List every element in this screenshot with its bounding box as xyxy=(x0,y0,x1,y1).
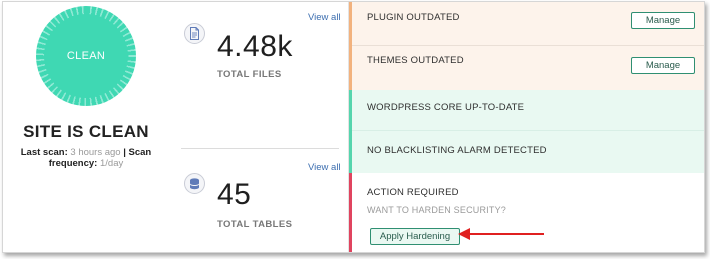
row-divider xyxy=(352,45,704,46)
total-tables-label: TOTAL TABLES xyxy=(217,219,293,230)
stats-section: View all 4.48k TOTAL FILES View all 45 T… xyxy=(175,2,348,252)
core-up-to-date-label: WORDPRESS CORE UP-TO-DATE xyxy=(367,102,525,113)
database-icon xyxy=(184,173,205,194)
files-view-all-link[interactable]: View all xyxy=(308,12,341,23)
total-files-value: 4.48k xyxy=(217,30,293,63)
outdated-items-group: PLUGIN OUTDATED Manage THEMES OUTDATED M… xyxy=(349,2,704,90)
clean-status-badge: CLEAN xyxy=(44,14,128,98)
total-tables-value: 45 xyxy=(217,178,252,211)
scan-frequency-value: 1/day xyxy=(99,158,124,169)
manage-plugins-button[interactable]: Manage xyxy=(631,12,695,29)
plugin-outdated-label: PLUGIN OUTDATED xyxy=(367,12,460,23)
action-required-group: ACTION REQUIRED WANT TO HARDEN SECURITY?… xyxy=(349,173,704,252)
scan-info-separator: | xyxy=(123,147,126,158)
site-status-section: CLEAN SITE IS CLEAN Last scan: 3 hours a… xyxy=(3,2,175,252)
row-divider xyxy=(352,130,704,131)
annotation-arrow-icon xyxy=(458,228,544,240)
no-blacklisting-label: NO BLACKLISTING ALARM DETECTED xyxy=(367,145,547,156)
last-scan-label: Last scan: xyxy=(20,147,68,158)
stats-divider xyxy=(181,148,339,149)
harden-security-prompt: WANT TO HARDEN SECURITY? xyxy=(367,205,506,215)
clean-status-ring: CLEAN xyxy=(36,6,136,106)
manage-themes-button[interactable]: Manage xyxy=(631,57,695,74)
file-icon xyxy=(184,23,205,44)
status-badge-text: CLEAN xyxy=(66,50,106,62)
tables-view-all-link[interactable]: View all xyxy=(308,162,341,173)
total-files-label: TOTAL FILES xyxy=(217,69,282,80)
action-required-label: ACTION REQUIRED xyxy=(367,187,459,198)
apply-hardening-button[interactable]: Apply Hardening xyxy=(370,228,460,245)
issues-section: PLUGIN OUTDATED Manage THEMES OUTDATED M… xyxy=(348,2,704,252)
scan-info: Last scan: 3 hours ago | Scan frequency:… xyxy=(3,147,169,169)
security-dashboard-panel: CLEAN SITE IS CLEAN Last scan: 3 hours a… xyxy=(2,1,705,253)
passed-checks-group: WORDPRESS CORE UP-TO-DATE NO BLACKLISTIN… xyxy=(349,90,704,173)
site-status-title: SITE IS CLEAN xyxy=(23,122,149,141)
themes-outdated-label: THEMES OUTDATED xyxy=(367,55,464,66)
last-scan-value: 3 hours ago xyxy=(70,147,121,158)
